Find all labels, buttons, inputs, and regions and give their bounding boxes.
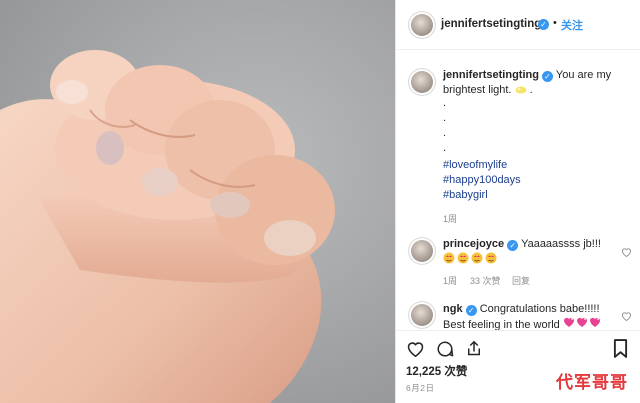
comment-verified-badge-icon: ✓ [507, 240, 519, 251]
caption-dot-1: . [443, 97, 447, 109]
header-separator: • [553, 17, 557, 29]
caption-dot-2: . [443, 112, 447, 124]
post-date: 6月2日 [406, 383, 435, 393]
comment-like-heart-icon[interactable] [621, 244, 632, 262]
caption-text-line1: You are my [555, 69, 612, 81]
comment-like-heart-icon[interactable] [621, 308, 632, 326]
comment-text-line2: Best feeling in the world [443, 318, 560, 331]
comment-ngk: ngk ✓ Congratulations babe!!!!! Best fee… [443, 302, 618, 332]
comment-verified-badge-icon: ✓ [465, 305, 477, 316]
post-side-panel [395, 0, 640, 403]
caption: jennifertsetingting ✓ You are my brighte… [443, 68, 633, 98]
verified-badge-icon: ✓ [538, 19, 549, 30]
share-icon[interactable] [465, 339, 483, 363]
likes-count[interactable]: 12,225 次赞 [406, 363, 467, 379]
follow-button[interactable]: 关注 [561, 17, 583, 33]
baby-hand-photo [0, 50, 335, 403]
author-avatar[interactable] [409, 12, 435, 38]
comment-text-line1: Congratulations babe!!!!! [479, 303, 600, 315]
caption-trailing-dot: . [529, 83, 533, 96]
hashtag-babygirl[interactable]: #babygirl [443, 189, 488, 201]
comment-text: Yaaaaassss jb!!! [521, 238, 601, 250]
heart-eyes-emoji-icon [443, 252, 501, 267]
caption-username[interactable]: jennifertsetingting [443, 69, 539, 81]
caption-text-line2: brightest light. [443, 83, 512, 96]
caption-dot-3: . [443, 127, 447, 139]
hashtag-happy100days[interactable]: #happy100days [443, 174, 521, 186]
comment-username[interactable]: ngk [443, 303, 463, 315]
watermark-text: 代军哥哥 [556, 373, 628, 392]
post-photo [0, 0, 395, 403]
comment-likes-link[interactable]: 33 次赞 [470, 274, 501, 287]
comment-reply-link[interactable]: 回复 [512, 274, 530, 287]
comment-princejoyce: princejoyce ✓ Yaaaaassss jb!!! [443, 237, 613, 268]
like-heart-icon[interactable] [406, 340, 425, 362]
bookmark-icon[interactable] [613, 339, 628, 363]
sparkling-heart-emoji-icon [563, 317, 603, 331]
comment-time: 1周 [443, 276, 458, 286]
comment-bubble-icon[interactable] [436, 340, 454, 363]
caption-dot-4: . [443, 142, 447, 154]
sparkle-emoji-icon [515, 84, 527, 99]
comment-username[interactable]: princejoyce [443, 238, 504, 250]
comment-avatar-princejoyce[interactable] [409, 238, 435, 264]
actions-divider [395, 330, 640, 332]
caption-verified-badge-icon: ✓ [542, 71, 554, 82]
author-username[interactable]: jennifertsetingting [441, 18, 541, 30]
caption-time: 1周 [443, 214, 458, 224]
caption-author-avatar[interactable] [409, 69, 435, 95]
hashtag-loveofmylife[interactable]: #loveofmylife [443, 159, 507, 171]
comment-avatar-ngk[interactable] [409, 302, 435, 328]
